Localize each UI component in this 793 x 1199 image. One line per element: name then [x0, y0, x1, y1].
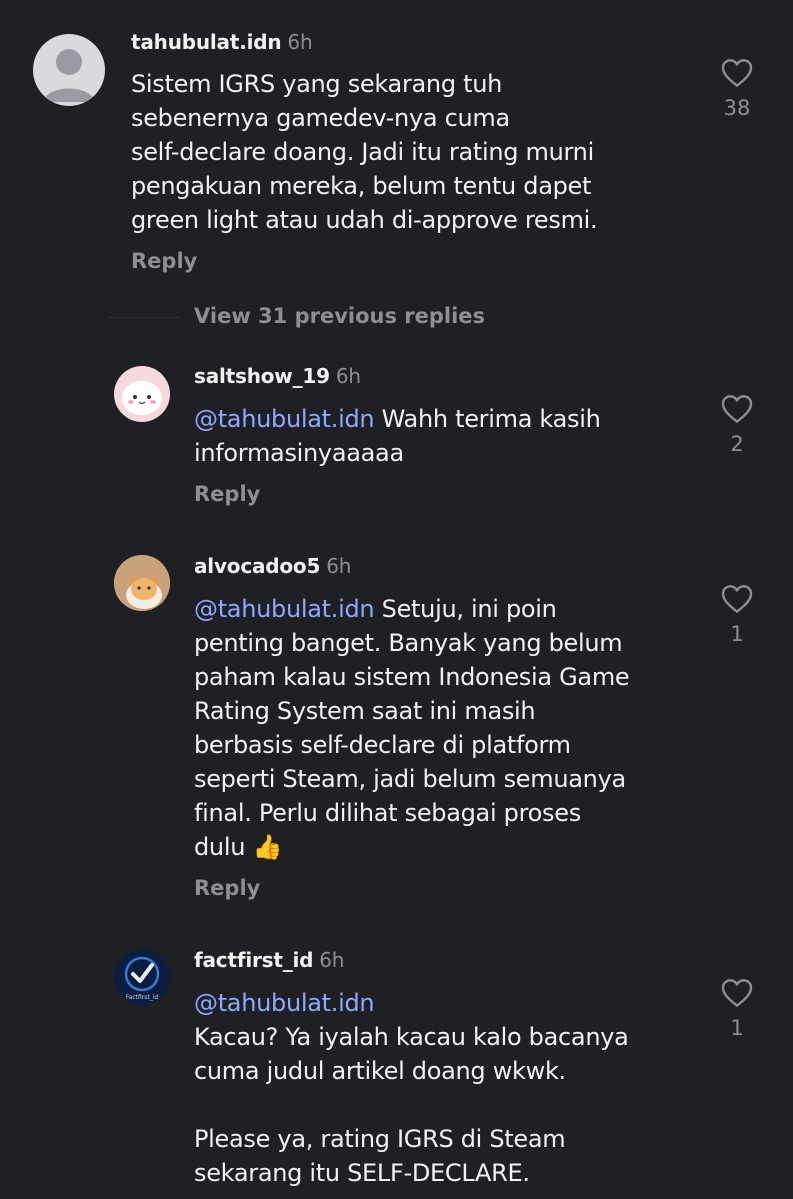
heart-icon	[721, 979, 753, 1007]
avatar-alvocadoo[interactable]	[114, 555, 170, 611]
comment-username[interactable]: tahubulat.idn 6h	[131, 30, 313, 54]
comment-time: 6h	[287, 30, 313, 54]
reply-username[interactable]: saltshow_19 6h	[194, 364, 361, 388]
mention-link[interactable]: @tahubulat.idn	[194, 405, 375, 433]
avatar-caption: Factfirst_id	[126, 994, 159, 1001]
mention-link[interactable]: @tahubulat.idn	[194, 989, 375, 1017]
reply-text: @tahubulat.idn Setuju, ini poin penting …	[194, 595, 630, 861]
reply-button[interactable]: Reply	[194, 876, 260, 900]
like-button[interactable]: 2	[717, 394, 757, 456]
view-previous-replies-link[interactable]: View 31 previous replies	[194, 304, 485, 328]
thread-connector	[108, 317, 180, 318]
comment-text: Sistem IGRS yang sekarang tuh sebenernya…	[131, 70, 598, 234]
avatar-default[interactable]	[33, 34, 105, 106]
like-button[interactable]: 1	[717, 978, 757, 1040]
like-button[interactable]: 38	[717, 58, 757, 120]
heart-icon	[721, 585, 753, 613]
reply-time: 6h	[326, 554, 352, 578]
mention-link[interactable]: @tahubulat.idn	[194, 595, 375, 623]
avatar-saltshow[interactable]	[114, 366, 170, 422]
like-button[interactable]: 1	[717, 584, 757, 646]
like-count: 1	[730, 1016, 744, 1040]
like-count: 38	[723, 96, 751, 120]
cat-photo-icon	[114, 555, 170, 611]
reply-time: 6h	[319, 948, 345, 972]
heart-icon	[721, 395, 753, 423]
heart-icon	[721, 59, 753, 87]
default-user-icon	[43, 49, 95, 102]
mochi-character-icon	[122, 381, 162, 415]
like-count: 1	[730, 622, 744, 646]
reply-button[interactable]: Reply	[194, 482, 260, 506]
avatar-factfirst[interactable]: Factfirst_id	[114, 949, 170, 1005]
like-count: 2	[730, 432, 744, 456]
reply-button[interactable]: Reply	[131, 249, 197, 273]
reply-username[interactable]: alvocadoo5 6h	[194, 554, 351, 578]
reply-time: 6h	[335, 364, 361, 388]
reply-text: @tahubulat.idn Wahh terima kasih informa…	[194, 405, 601, 467]
reply-username[interactable]: factfirst_id 6h	[194, 948, 344, 972]
reply-text: @tahubulat.idn Kacau? Ya iyalah kacau ka…	[194, 989, 629, 1187]
checkmark-logo-icon: Factfirst_id	[124, 956, 160, 1001]
